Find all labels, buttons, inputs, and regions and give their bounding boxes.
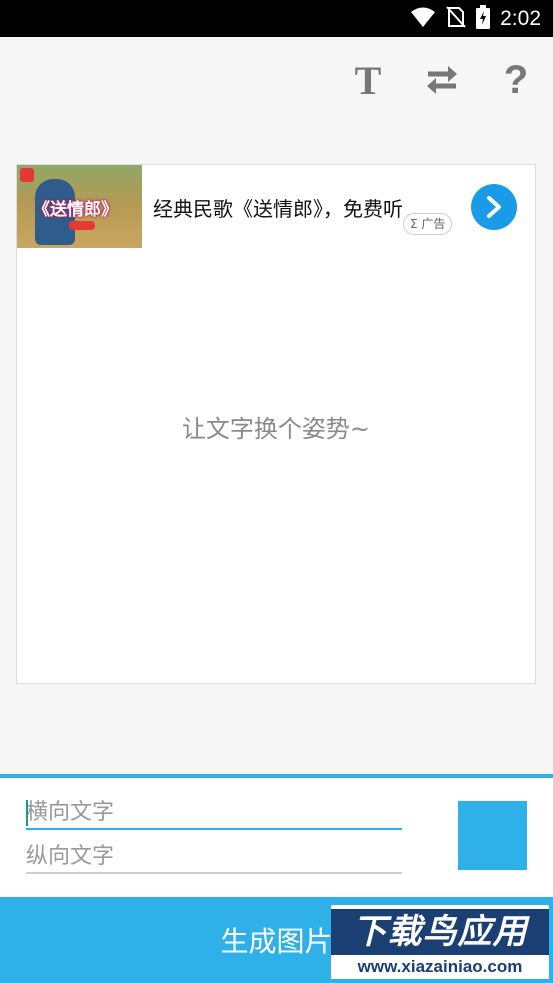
watermark-url: www.xiazainiao.com: [357, 957, 523, 976]
battery-charging-icon: [476, 4, 491, 33]
chevron-right-icon: [487, 196, 501, 218]
ad-banner[interactable]: 《送情郎》 经典民歌《送情郎》，免费听 Σ 广告: [17, 165, 535, 249]
text-format-glyph: T: [354, 57, 382, 103]
status-icons: 2:02: [410, 0, 541, 37]
status-time: 2:02: [500, 6, 541, 30]
input-panel: [0, 774, 553, 897]
color-picker-button[interactable]: [458, 801, 527, 870]
help-icon[interactable]: ?: [494, 58, 538, 102]
ad-title[interactable]: 经典民歌《送情郎》，免费听: [153, 193, 403, 222]
text-format-icon[interactable]: T: [346, 57, 390, 103]
watermark-main: 下载鸟应用: [331, 909, 549, 955]
ad-open-button[interactable]: [471, 184, 517, 230]
ad-app-logo-icon: [20, 168, 34, 182]
horizontal-text-input[interactable]: [26, 796, 402, 830]
ad-thumbnail[interactable]: 《送情郎》: [17, 165, 142, 248]
status-bar: 2:02: [0, 0, 553, 37]
text-cursor: [26, 800, 28, 826]
generate-image-label: 生成图片: [220, 925, 333, 958]
swap-icon[interactable]: [420, 58, 464, 102]
watermark-logo: 下载鸟应用 www.xiazainiao.com: [331, 905, 549, 979]
ad-label-badge: Σ 广告: [403, 213, 453, 235]
help-glyph: ?: [503, 57, 529, 102]
vertical-text-input[interactable]: [26, 840, 402, 874]
ad-thumbnail-tag: [69, 221, 95, 230]
ad-thumbnail-text: 《送情郎》: [33, 200, 118, 220]
preview-text: 让文字换个姿势~: [181, 415, 371, 443]
wifi-icon: [410, 6, 436, 32]
no-sim-icon: [446, 5, 466, 32]
preview-canvas: 《送情郎》 经典民歌《送情郎》，免费听 Σ 广告 让文字换个姿势~: [16, 164, 536, 684]
